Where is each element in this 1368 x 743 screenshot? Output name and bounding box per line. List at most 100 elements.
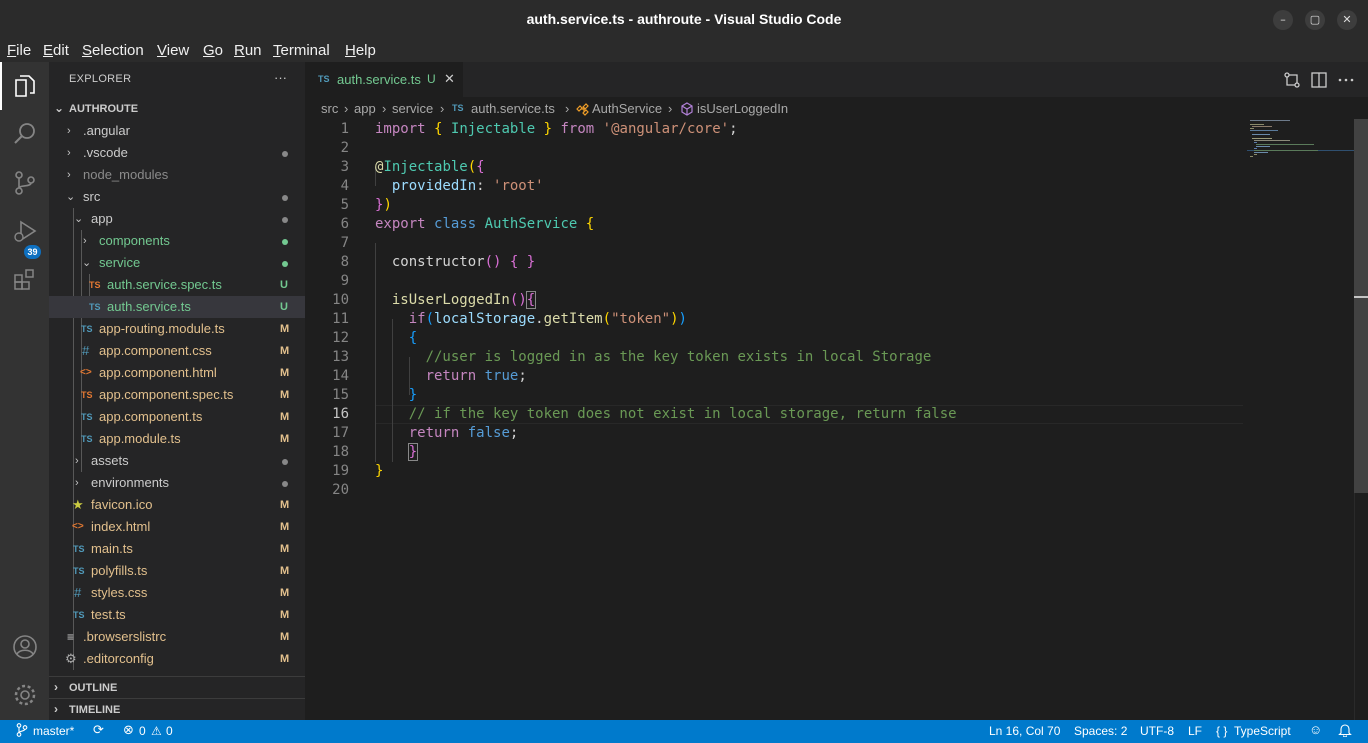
search-icon[interactable]	[12, 121, 38, 147]
menu-help[interactable]: Help	[345, 42, 376, 59]
typescript-file-icon: TS	[81, 324, 93, 334]
project-root-section[interactable]: ⌄ AUTHROUTE	[49, 98, 305, 120]
sync-icon[interactable]: ⟳	[93, 722, 104, 738]
code-line: import { Injectable } from '@angular/cor…	[375, 121, 738, 137]
tree-item-app[interactable]: ⌄ app	[49, 208, 305, 230]
timeline-section[interactable]: › TIMELINE	[49, 699, 305, 721]
breadcrumb-separator: ›	[668, 101, 673, 116]
chevron-right-icon: ›	[83, 235, 87, 247]
menu-terminal[interactable]: Terminal	[273, 42, 330, 59]
typescript-file-icon: TS	[89, 280, 101, 290]
status-dot	[282, 217, 288, 223]
language-mode[interactable]: TypeScript	[1234, 724, 1291, 738]
tree-item-environments[interactable]: › environments	[49, 472, 305, 494]
extensions-icon[interactable]	[12, 266, 38, 292]
encoding-status[interactable]: UTF-8	[1140, 724, 1174, 738]
tree-item-app-module[interactable]: TS app.module.ts M	[49, 428, 305, 450]
gear-icon: ⚙	[65, 651, 77, 666]
cursor-position[interactable]: Ln 16, Col 70	[989, 724, 1060, 738]
minimap-line	[1252, 126, 1272, 127]
breadcrumb-separator: ›	[440, 101, 445, 116]
tree-item-app-component-spec[interactable]: TS app.component.spec.ts M	[49, 384, 305, 406]
menu-bar: File Edit Selection View Go Run Terminal…	[0, 40, 1368, 62]
tree-item-index-html[interactable]: <> index.html M	[49, 516, 305, 538]
chevron-down-icon: ⌄	[54, 101, 65, 115]
tree-item-editorconfig[interactable]: ⚙ .editorconfig M	[49, 648, 305, 670]
menu-run[interactable]: Run	[234, 42, 262, 59]
tab-status: U	[427, 72, 436, 86]
breadcrumb-src[interactable]: src	[321, 101, 338, 116]
tree-item-app-component-css[interactable]: # app.component.css M	[49, 340, 305, 362]
code-editor[interactable]: 1 2 3 4 5 6 7 8 9 10 11 12 13 14 15 16 1…	[305, 119, 1368, 720]
tab-auth-service[interactable]: TS auth.service.ts U ✕	[305, 62, 463, 97]
error-count[interactable]: 0	[139, 724, 146, 738]
code-line: })	[375, 197, 392, 213]
tree-item-app-routing-module[interactable]: TS app-routing.module.ts M	[49, 318, 305, 340]
close-tab-icon[interactable]: ✕	[444, 71, 455, 87]
minimap[interactable]	[1247, 119, 1355, 159]
breadcrumb-class[interactable]: AuthService	[592, 101, 662, 116]
tree-item-polyfills[interactable]: TS polyfills.ts M	[49, 560, 305, 582]
menu-go[interactable]: Go	[203, 42, 223, 59]
tree-item-auth-service[interactable]: TS auth.service.ts U	[49, 296, 305, 318]
tree-item-test-ts[interactable]: TS test.ts M	[49, 604, 305, 626]
breadcrumb-file[interactable]: auth.service.ts	[471, 101, 555, 116]
tree-item-auth-service-spec[interactable]: TS auth.service.spec.ts U	[49, 274, 305, 296]
menu-selection[interactable]: Selection	[82, 42, 144, 59]
minimap-line	[1256, 144, 1314, 145]
star-icon: ★	[72, 497, 84, 512]
git-branch-status[interactable]: master*	[33, 724, 74, 738]
minimap-line	[1252, 134, 1270, 135]
menu-view[interactable]: View	[157, 42, 189, 59]
more-actions-icon[interactable]	[1337, 71, 1355, 89]
open-changes-icon[interactable]	[1283, 71, 1301, 89]
tree-item-vscode[interactable]: › .vscode	[49, 142, 305, 164]
breadcrumb-app[interactable]: app	[354, 101, 376, 116]
manage-gear-icon[interactable]	[12, 682, 38, 708]
split-editor-icon[interactable]	[1310, 71, 1328, 89]
tree-item-assets[interactable]: › assets	[49, 450, 305, 472]
outline-section[interactable]: › OUTLINE	[49, 677, 305, 699]
tree-item-node-modules[interactable]: › node_modules	[49, 164, 305, 186]
run-debug-icon[interactable]	[12, 218, 38, 244]
breadcrumb-method[interactable]: isUserLoggedIn	[697, 101, 788, 116]
scrollbar-thumb[interactable]	[1354, 119, 1368, 493]
close-window-button[interactable]: ✕	[1337, 10, 1357, 30]
more-actions-button[interactable]: ···	[274, 70, 287, 85]
config-file-icon: ≡	[67, 630, 75, 644]
bell-icon[interactable]	[1338, 723, 1352, 740]
tree-item-app-component-ts[interactable]: TS app.component.ts M	[49, 406, 305, 428]
warning-count[interactable]: 0	[166, 724, 173, 738]
tree-item-service[interactable]: ⌄ service	[49, 252, 305, 274]
class-symbol-icon	[575, 102, 589, 119]
menu-file[interactable]: File	[7, 42, 31, 59]
minimize-button[interactable]: –	[1273, 10, 1293, 30]
tree-item-styles-css[interactable]: # styles.css M	[49, 582, 305, 604]
tree-item-browserslistrc[interactable]: ≡ .browserslistrc M	[49, 626, 305, 648]
eol-status[interactable]: LF	[1188, 724, 1202, 738]
tree-item-app-component-html[interactable]: <> app.component.html M	[49, 362, 305, 384]
tab-label: auth.service.ts	[337, 72, 421, 87]
feedback-icon[interactable]: ☺	[1309, 722, 1322, 737]
menu-edit[interactable]: Edit	[43, 42, 69, 59]
status-dot	[282, 151, 288, 157]
typescript-file-icon: TS	[89, 302, 101, 312]
account-icon[interactable]	[12, 634, 38, 660]
tree-item-main-ts[interactable]: TS main.ts M	[49, 538, 305, 560]
tree-item-src[interactable]: ⌄ src	[49, 186, 305, 208]
line-number: 14	[332, 368, 349, 384]
code-line: }	[407, 443, 419, 461]
cursor-position-marker	[1354, 296, 1368, 298]
chevron-right-icon: ›	[54, 680, 58, 694]
tree-item-favicon[interactable]: ★ favicon.ico M	[49, 494, 305, 516]
minimap-line	[1254, 148, 1257, 149]
project-root-label: AUTHROUTE	[69, 103, 139, 115]
indentation-status[interactable]: Spaces: 2	[1074, 724, 1127, 738]
explorer-icon[interactable]	[12, 73, 38, 99]
maximize-button[interactable]: ▢	[1305, 10, 1325, 30]
tree-item-components[interactable]: › components	[49, 230, 305, 252]
source-control-icon[interactable]	[12, 170, 38, 196]
tree-item-angular[interactable]: › .angular	[49, 120, 305, 142]
breadcrumb-service[interactable]: service	[392, 101, 433, 116]
breadcrumb-separator: ›	[565, 101, 570, 116]
